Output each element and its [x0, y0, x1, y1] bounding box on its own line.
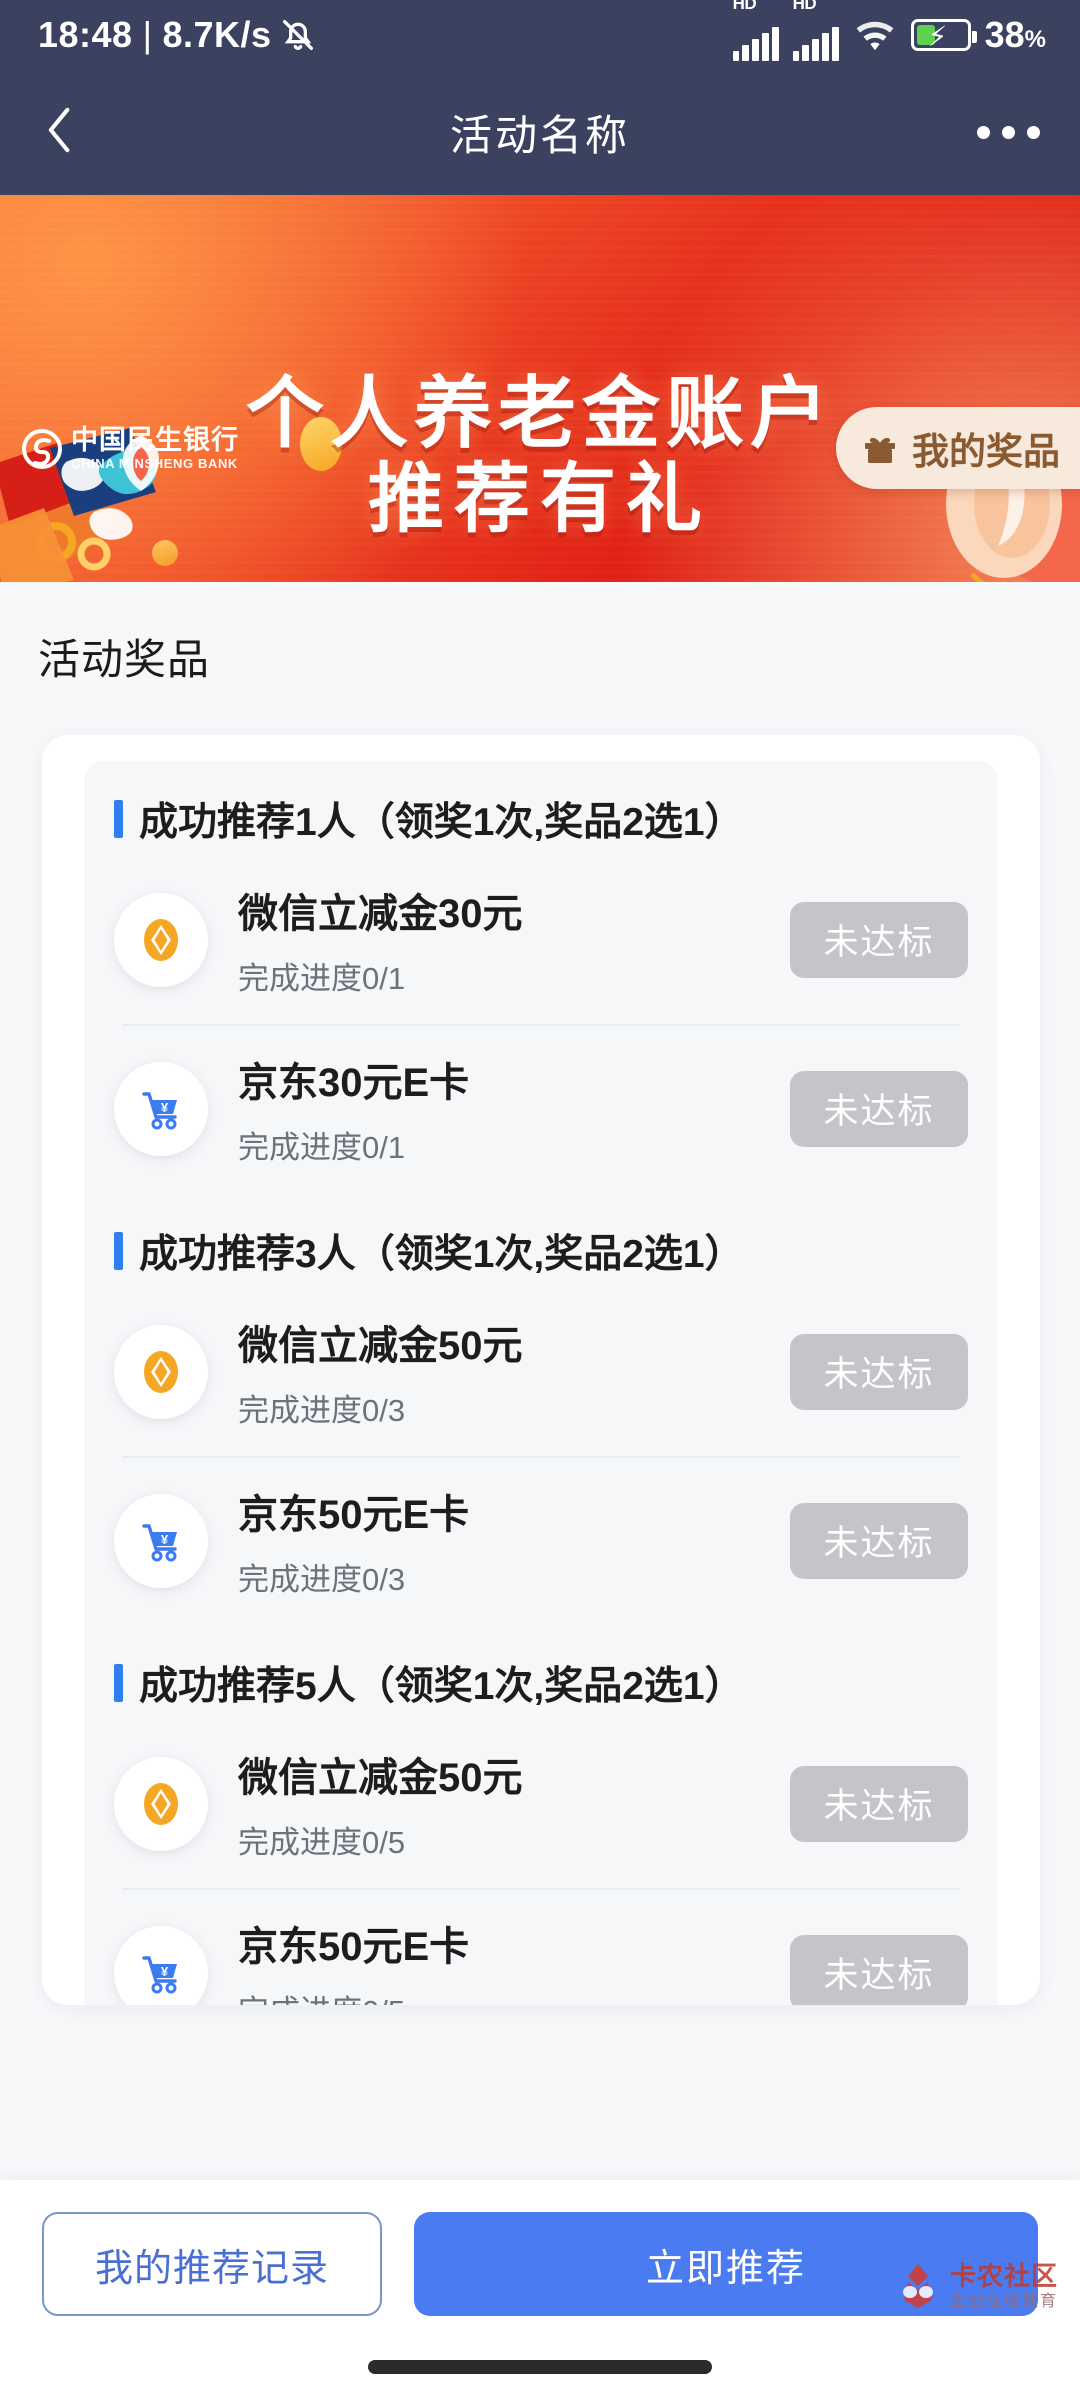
prize-group-title: 成功推荐1人（领奖1次,奖品2选1） — [114, 791, 998, 847]
wechat-coupon-icon — [114, 1324, 208, 1419]
watermark: 卡农社区 金融在线教育 — [894, 2260, 1058, 2312]
my-prize-button[interactable]: 我的奖品 — [836, 407, 1080, 489]
wifi-icon — [853, 17, 897, 53]
hd-label-1: HD — [732, 0, 757, 13]
jd-cart-icon: ¥ — [114, 1061, 208, 1156]
prize-status-button[interactable]: 未达标 — [790, 901, 968, 978]
status-bar-right: HD HD ⚡ 38% — [732, 0, 1046, 61]
prize-info: 微信立减金50元 完成进度0/5 — [238, 1745, 790, 1862]
group-accent-bar — [114, 1664, 123, 1702]
prize-progress: 完成进度0/5 — [238, 1986, 790, 2005]
svg-text:¥: ¥ — [161, 1964, 169, 1979]
bank-name-en: CHINA MINSHENG BANK — [71, 456, 238, 471]
prize-group-title: 成功推荐3人（领奖1次,奖品2选1） — [114, 1223, 998, 1279]
prize-status-button[interactable]: 未达标 — [790, 1934, 968, 2005]
status-separator: | — [142, 14, 153, 55]
wechat-coupon-icon — [114, 1756, 208, 1851]
group-title-text: 成功推荐1人（领奖1次,奖品2选1） — [139, 801, 744, 844]
group-title-text: 成功推荐3人（领奖1次,奖品2选1） — [139, 1233, 744, 1276]
prize-row[interactable]: ¥ 京东30元E卡 完成进度0/1 未达标 — [84, 1024, 998, 1193]
mute-bell-icon — [278, 15, 318, 55]
svg-text:¥: ¥ — [161, 1100, 169, 1115]
prize-name: 微信立减金50元 — [238, 1756, 523, 1800]
jd-cart-icon: ¥ — [114, 1493, 208, 1588]
prize-card: 成功推荐1人（领奖1次,奖品2选1） 微信立减金30元 完成进度0/1 未达标 — [42, 735, 1040, 2005]
gift-icon — [862, 430, 898, 466]
more-dots-icon — [977, 126, 990, 139]
home-indicator — [368, 2360, 712, 2374]
prize-status-button[interactable]: 未达标 — [790, 1070, 968, 1147]
prize-info: 京东50元E卡 完成进度0/3 — [238, 1482, 790, 1599]
prize-list-panel: 成功推荐1人（领奖1次,奖品2选1） 微信立减金30元 完成进度0/1 未达标 — [84, 761, 998, 2005]
prize-info: 微信立减金30元 完成进度0/1 — [238, 881, 790, 998]
signal-bars-icon-1: HD — [732, 0, 779, 61]
my-referral-record-button[interactable]: 我的推荐记录 — [42, 2212, 382, 2316]
section-title: 活动奖品 — [38, 636, 211, 683]
status-time: 18:48 — [38, 14, 133, 55]
prize-name: 微信立减金50元 — [238, 1324, 523, 1368]
jd-cart-icon: ¥ — [114, 1925, 208, 2005]
group-title-text: 成功推荐5人（领奖1次,奖品2选1） — [139, 1665, 744, 1708]
main-content: 活动奖品 成功推荐1人（领奖1次,奖品2选1） 微信立减金30元 完成进度0/1… — [0, 582, 1080, 2180]
watermark-subtitle: 金融在线教育 — [949, 2292, 1058, 2310]
prize-status-button[interactable]: 未达标 — [790, 1502, 968, 1579]
prize-row[interactable]: 微信立减金50元 完成进度0/3 未达标 — [84, 1287, 998, 1456]
prize-info: 京东30元E卡 完成进度0/1 — [238, 1050, 790, 1167]
minsheng-bank-logo-icon — [22, 428, 62, 469]
my-prize-label: 我的奖品 — [912, 431, 1060, 472]
campaign-banner: 中国民生银行 CHINA MINSHENG BANK 我的奖品 个人养老金账户 … — [0, 195, 1080, 582]
prize-row[interactable]: 微信立减金30元 完成进度0/1 未达标 — [84, 855, 998, 1024]
prize-row[interactable]: ¥ 京东50元E卡 完成进度0/5 未达标 — [84, 1888, 998, 2005]
prize-name: 微信立减金30元 — [238, 892, 523, 936]
prize-status-button[interactable]: 未达标 — [790, 1333, 968, 1410]
hd-label-2: HD — [792, 0, 817, 13]
prize-progress: 完成进度0/1 — [238, 961, 406, 996]
prize-progress: 完成进度0/3 — [238, 1562, 406, 1597]
prize-name: 京东50元E卡 — [238, 1493, 470, 1537]
bank-logo: 中国民生银行 CHINA MINSHENG BANK — [22, 427, 239, 470]
prize-info: 京东50元E卡 完成进度0/5 — [238, 1914, 790, 2005]
status-bar-left: 18:48 | 8.7K/s — [38, 14, 318, 56]
page-title: 活动名称 — [449, 112, 630, 159]
nav-bar: 活动名称 — [0, 70, 1080, 195]
prize-row[interactable]: ¥ 京东50元E卡 完成进度0/3 未达标 — [84, 1456, 998, 1625]
status-bar: 18:48 | 8.7K/s HD HD ⚡ 38% — [0, 0, 1080, 70]
prize-name: 京东30元E卡 — [238, 1061, 470, 1105]
more-options-button[interactable] — [977, 126, 1040, 139]
bank-name-cn: 中国民生银行 — [71, 425, 239, 455]
prize-group-title: 成功推荐5人（领奖1次,奖品2选1） — [114, 1655, 998, 1711]
prize-progress: 完成进度0/3 — [238, 1393, 406, 1428]
prize-info: 微信立减金50元 完成进度0/3 — [238, 1313, 790, 1430]
svg-text:¥: ¥ — [161, 1532, 169, 1547]
network-speed: 8.7K/s — [162, 14, 272, 55]
battery-percent: 38% — [984, 14, 1046, 55]
watermark-title: 卡农社区 — [949, 2260, 1058, 2291]
prize-name: 京东50元E卡 — [238, 1925, 470, 1969]
wechat-coupon-icon — [114, 892, 208, 987]
signal-bars-icon-2: HD — [792, 0, 839, 61]
prize-progress: 完成进度0/1 — [238, 1130, 406, 1165]
prize-progress: 完成进度0/5 — [238, 1825, 406, 1860]
prize-row[interactable]: 微信立减金50元 完成进度0/5 未达标 — [84, 1719, 998, 1888]
group-accent-bar — [114, 1232, 123, 1270]
group-accent-bar — [114, 800, 123, 838]
prize-status-button[interactable]: 未达标 — [790, 1765, 968, 1842]
battery-charging-icon: ⚡ — [910, 19, 977, 52]
watermark-logo-icon — [894, 2260, 942, 2312]
